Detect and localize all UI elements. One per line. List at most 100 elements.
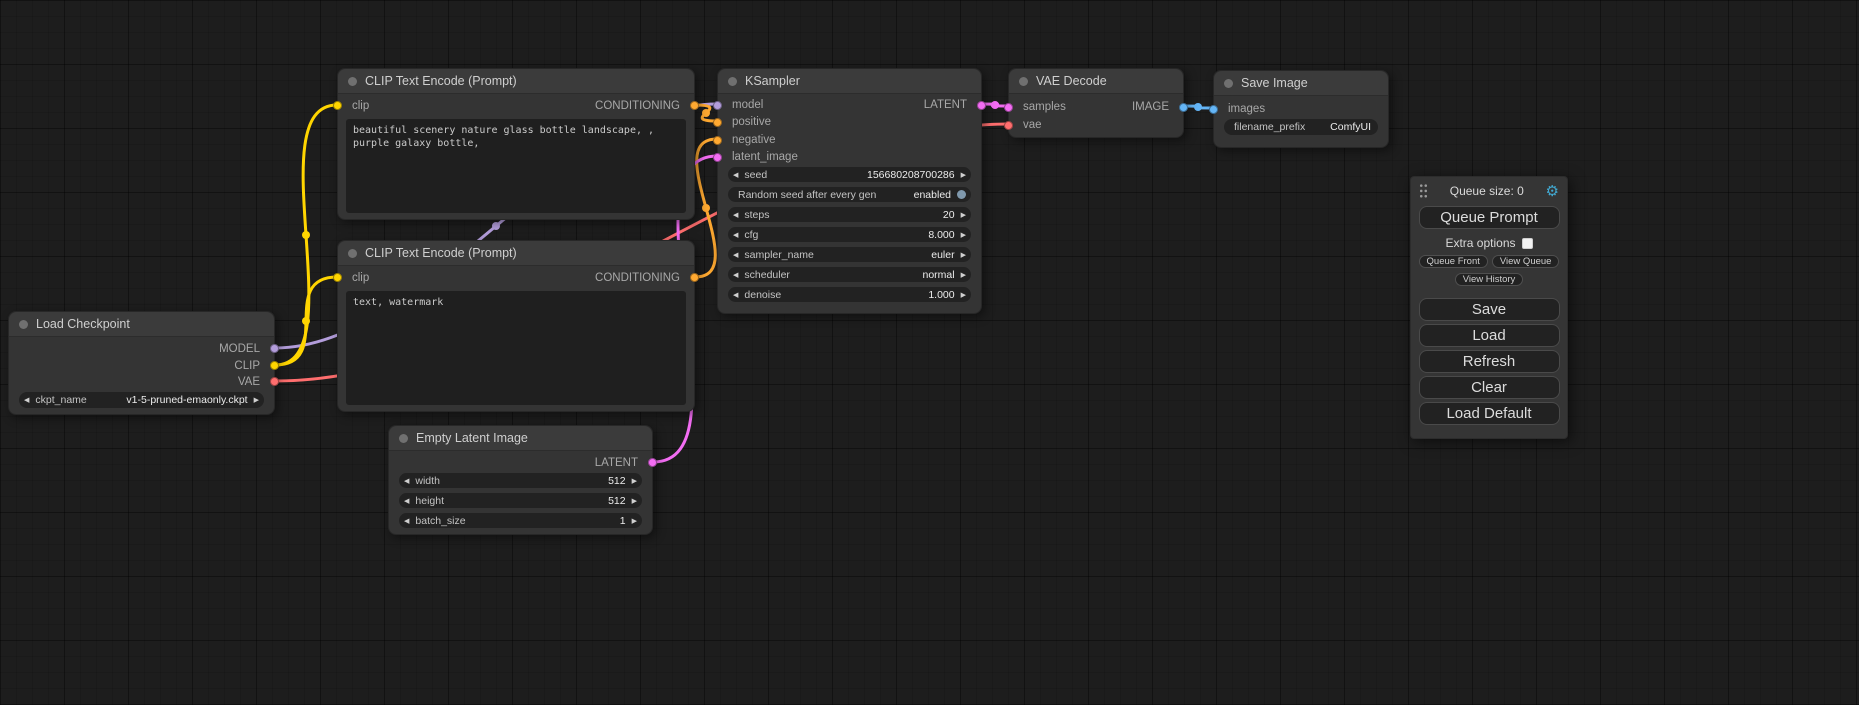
widget-ckpt-name[interactable]: ◀ ckpt_name v1-5-pruned-emaonly.ckpt ▶ [19, 392, 264, 408]
widget-value: 1 [620, 515, 626, 527]
node-title[interactable]: KSampler [718, 69, 981, 94]
output-socket-conditioning[interactable] [690, 273, 699, 282]
node-title[interactable]: Empty Latent Image [389, 426, 652, 451]
load-default-button[interactable]: Load Default [1419, 402, 1560, 425]
collapse-toggle-dot[interactable] [728, 77, 737, 86]
drag-handle-icon[interactable] [1419, 183, 1428, 199]
decrement-icon[interactable]: ◀ [733, 251, 738, 259]
increment-icon[interactable]: ▶ [961, 251, 966, 259]
collapse-toggle-dot[interactable] [19, 320, 28, 329]
extra-options-label: Extra options [1445, 236, 1515, 250]
widget-sampler-name[interactable]: ◀ sampler_name euler ▶ [728, 247, 971, 262]
load-button[interactable]: Load [1419, 324, 1560, 347]
node-title[interactable]: CLIP Text Encode (Prompt) [338, 69, 694, 94]
decrement-icon[interactable]: ◀ [24, 396, 29, 404]
node-load-checkpoint[interactable]: Load Checkpoint MODEL CLIP VAE ◀ ckpt_na… [8, 311, 275, 415]
refresh-button[interactable]: Refresh [1419, 350, 1560, 373]
decrement-icon[interactable]: ◀ [404, 517, 409, 525]
input-socket-positive[interactable] [713, 118, 722, 127]
increment-icon[interactable]: ▶ [961, 211, 966, 219]
increment-icon[interactable]: ▶ [961, 291, 966, 299]
decrement-icon[interactable]: ◀ [404, 477, 409, 485]
input-label-latent-image: latent_image [732, 149, 798, 165]
history-pill-row: View History [1411, 273, 1567, 286]
widget-name: height [415, 495, 444, 507]
output-socket-latent[interactable] [977, 101, 986, 110]
node-save-image[interactable]: Save Image images filename_prefix ComfyU… [1213, 70, 1389, 148]
input-label-clip: clip [352, 270, 369, 286]
prompt-text-area[interactable]: beautiful scenery nature glass bottle la… [346, 119, 686, 213]
widget-filename-prefix[interactable]: filename_prefix ComfyUI [1224, 119, 1378, 135]
node-title[interactable]: CLIP Text Encode (Prompt) [338, 241, 694, 266]
node-vae-decode[interactable]: VAE Decode samples vae IMAGE [1008, 68, 1184, 138]
output-socket-clip[interactable] [270, 361, 279, 370]
settings-gear-icon[interactable]: ⚙ [1546, 184, 1559, 199]
collapse-toggle-dot[interactable] [399, 434, 408, 443]
clear-button[interactable]: Clear [1419, 376, 1560, 399]
input-socket-vae[interactable] [1004, 121, 1013, 130]
increment-icon[interactable]: ▶ [961, 271, 966, 279]
node-title[interactable]: Load Checkpoint [9, 312, 274, 337]
widget-seed[interactable]: ◀ seed 156680208700286 ▶ [728, 167, 971, 182]
increment-icon[interactable]: ▶ [632, 477, 637, 485]
node-title[interactable]: Save Image [1214, 71, 1388, 96]
node-empty-latent-image[interactable]: Empty Latent Image LATENT ◀ width 512 ▶ … [388, 425, 653, 535]
collapse-toggle-dot[interactable] [348, 77, 357, 86]
seed-toggle-dot[interactable] [957, 190, 966, 199]
increment-icon[interactable]: ▶ [254, 396, 259, 404]
input-socket-model[interactable] [713, 101, 722, 110]
input-socket-clip[interactable] [333, 273, 342, 282]
save-button[interactable]: Save [1419, 298, 1560, 321]
decrement-icon[interactable]: ◀ [733, 291, 738, 299]
collapse-toggle-dot[interactable] [348, 249, 357, 258]
decrement-icon[interactable]: ◀ [733, 271, 738, 279]
decrement-icon[interactable]: ◀ [404, 497, 409, 505]
decrement-icon[interactable]: ◀ [733, 211, 738, 219]
output-label-clip: CLIP [234, 358, 260, 374]
input-socket-images[interactable] [1209, 105, 1218, 114]
node-clip-text-encode-positive[interactable]: CLIP Text Encode (Prompt) clip CONDITION… [337, 68, 695, 220]
widget-cfg[interactable]: ◀ cfg 8.000 ▶ [728, 227, 971, 242]
node-ksampler[interactable]: KSampler model positive negative latent_… [717, 68, 982, 314]
decrement-icon[interactable]: ◀ [733, 231, 738, 239]
widget-name: scheduler [744, 269, 790, 281]
increment-icon[interactable]: ▶ [961, 231, 966, 239]
queue-pill-row: Queue Front View Queue [1411, 255, 1567, 268]
input-socket-negative[interactable] [713, 136, 722, 145]
view-queue-button[interactable]: View Queue [1492, 255, 1560, 268]
node-title[interactable]: VAE Decode [1009, 69, 1183, 94]
link-midpoint-dot [492, 222, 500, 230]
collapse-toggle-dot[interactable] [1224, 79, 1233, 88]
prompt-text-area[interactable]: text, watermark [346, 291, 686, 405]
queue-front-button[interactable]: Queue Front [1419, 255, 1488, 268]
input-label-images: images [1228, 101, 1265, 117]
view-history-button[interactable]: View History [1455, 273, 1524, 286]
extra-options-checkbox[interactable] [1522, 238, 1533, 249]
increment-icon[interactable]: ▶ [961, 171, 966, 179]
input-label-vae: vae [1023, 117, 1042, 133]
output-label-vae: VAE [238, 374, 260, 390]
node-clip-text-encode-negative[interactable]: CLIP Text Encode (Prompt) clip CONDITION… [337, 240, 695, 412]
decrement-icon[interactable]: ◀ [733, 171, 738, 179]
widget-scheduler[interactable]: ◀ scheduler normal ▶ [728, 267, 971, 282]
output-socket-vae[interactable] [270, 377, 279, 386]
widget-denoise[interactable]: ◀ denoise 1.000 ▶ [728, 287, 971, 302]
widget-random-seed[interactable]: Random seed after every gen enabled [728, 187, 971, 202]
collapse-toggle-dot[interactable] [1019, 77, 1028, 86]
output-socket-conditioning[interactable] [690, 101, 699, 110]
output-socket-latent[interactable] [648, 458, 657, 467]
output-socket-model[interactable] [270, 344, 279, 353]
node-title-text: CLIP Text Encode (Prompt) [365, 74, 517, 88]
increment-icon[interactable]: ▶ [632, 517, 637, 525]
widget-height[interactable]: ◀ height 512 ▶ [399, 493, 642, 508]
widget-steps[interactable]: ◀ steps 20 ▶ [728, 207, 971, 222]
increment-icon[interactable]: ▶ [632, 497, 637, 505]
widget-batch-size[interactable]: ◀ batch_size 1 ▶ [399, 513, 642, 528]
widget-width[interactable]: ◀ width 512 ▶ [399, 473, 642, 488]
widget-name: batch_size [415, 515, 465, 527]
output-socket-image[interactable] [1179, 103, 1188, 112]
input-socket-latent-image[interactable] [713, 153, 722, 162]
queue-prompt-button[interactable]: Queue Prompt [1419, 206, 1560, 229]
input-socket-clip[interactable] [333, 101, 342, 110]
input-socket-samples[interactable] [1004, 103, 1013, 112]
